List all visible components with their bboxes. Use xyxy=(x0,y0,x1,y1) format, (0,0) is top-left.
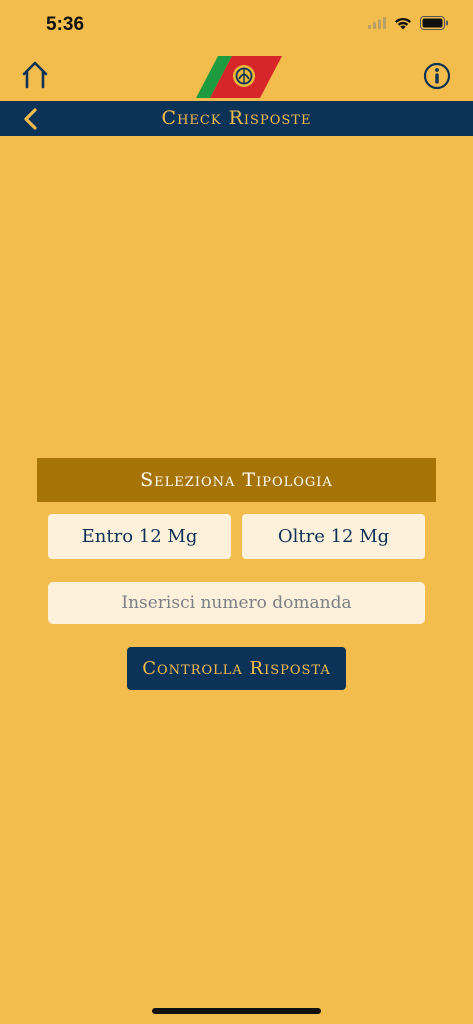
wifi-icon xyxy=(395,17,411,29)
check-answer-button[interactable]: Controlla Risposta xyxy=(127,647,346,690)
coast-guard-logo xyxy=(196,56,282,98)
section-title: Seleziona Tipologia xyxy=(37,458,436,502)
oltre-12-mg-button[interactable]: Oltre 12 Mg xyxy=(242,514,425,559)
question-number-input[interactable] xyxy=(48,582,425,624)
battery-icon xyxy=(420,16,448,30)
status-time: 5:36 xyxy=(46,14,85,35)
page-title: Check Risposte xyxy=(161,107,312,129)
nav-bar: Check Risposte xyxy=(0,101,473,136)
info-icon[interactable] xyxy=(423,62,451,90)
home-indicator[interactable] xyxy=(152,1008,321,1014)
home-icon[interactable] xyxy=(20,60,50,92)
entro-12-mg-button[interactable]: Entro 12 Mg xyxy=(48,514,231,559)
status-bar: 5:36 xyxy=(0,0,473,52)
cellular-signal-icon xyxy=(368,17,386,29)
status-icons xyxy=(368,16,449,30)
screen: 5:36 Check Risposte Seleziona Tipologia … xyxy=(0,0,473,1024)
